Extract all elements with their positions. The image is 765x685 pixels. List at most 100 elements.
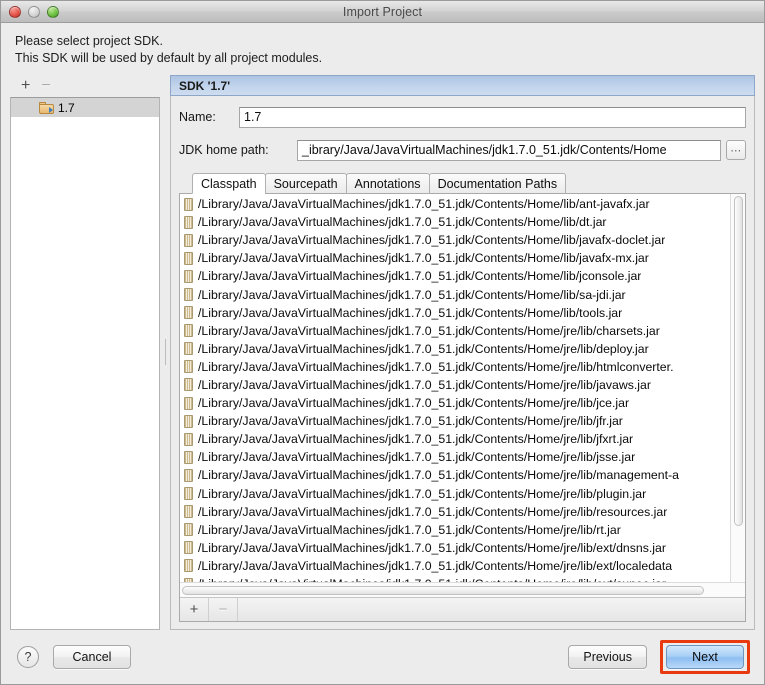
jar-file-icon xyxy=(184,306,193,320)
sdk-list-item-1-7[interactable]: 1.7 xyxy=(11,98,159,117)
jdk-home-path-input[interactable]: _ibrary/Java/JavaVirtualMachines/jdk1.7.… xyxy=(297,139,721,161)
classpath-item-label: /Library/Java/JavaVirtualMachines/jdk1.7… xyxy=(198,287,626,302)
classpath-item[interactable]: /Library/Java/JavaVirtualMachines/jdk1.7… xyxy=(180,195,730,213)
classpath-item[interactable]: /Library/Java/JavaVirtualMachines/jdk1.7… xyxy=(180,340,730,358)
next-button[interactable]: Next xyxy=(666,645,744,669)
pane-splitter[interactable] xyxy=(160,73,170,630)
instruction-line-2: This SDK will be used by default by all … xyxy=(15,51,323,65)
tab-classpath[interactable]: Classpath xyxy=(192,173,266,194)
classpath-item-label: /Library/Java/JavaVirtualMachines/jdk1.7… xyxy=(198,468,679,483)
classpath-item-label: /Library/Java/JavaVirtualMachines/jdk1.7… xyxy=(198,251,649,266)
classpath-item[interactable]: /Library/Java/JavaVirtualMachines/jdk1.7… xyxy=(180,503,730,521)
jar-file-icon xyxy=(184,432,193,446)
add-classpath-button[interactable]: + xyxy=(180,598,209,621)
jar-file-icon xyxy=(184,505,193,519)
classpath-item[interactable]: /Library/Java/JavaVirtualMachines/jdk1.7… xyxy=(180,394,730,412)
classpath-item-label: /Library/Java/JavaVirtualMachines/jdk1.7… xyxy=(198,341,649,356)
classpath-item[interactable]: /Library/Java/JavaVirtualMachines/jdk1.7… xyxy=(180,575,730,582)
classpath-item-label: /Library/Java/JavaVirtualMachines/jdk1.7… xyxy=(198,269,642,284)
browse-button[interactable]: ⋯ xyxy=(726,140,746,160)
classpath-item[interactable]: /Library/Java/JavaVirtualMachines/jdk1.7… xyxy=(180,267,730,285)
jar-file-icon xyxy=(184,414,193,428)
classpath-vertical-scrollbar[interactable] xyxy=(730,194,745,582)
sdk-list-pane: + − 1.7 xyxy=(10,73,160,630)
classpath-item[interactable]: /Library/Java/JavaVirtualMachines/jdk1.7… xyxy=(180,448,730,466)
window-title-bar: Import Project xyxy=(1,1,764,23)
jar-file-icon xyxy=(184,324,193,338)
classpath-item[interactable]: /Library/Java/JavaVirtualMachines/jdk1.7… xyxy=(180,430,730,448)
classpath-item[interactable]: /Library/Java/JavaVirtualMachines/jdk1.7… xyxy=(180,213,730,231)
classpath-item[interactable]: /Library/Java/JavaVirtualMachines/jdk1.7… xyxy=(180,485,730,503)
tab-annotations[interactable]: Annotations xyxy=(345,173,430,194)
classpath-item[interactable]: /Library/Java/JavaVirtualMachines/jdk1.7… xyxy=(180,249,730,267)
classpath-item-label: /Library/Java/JavaVirtualMachines/jdk1.7… xyxy=(198,396,630,411)
dialog-body: + − 1.7 SDK '1.7' Name: 1.7 JDK home pat… xyxy=(1,73,764,630)
classpath-item-label: /Library/Java/JavaVirtualMachines/jdk1.7… xyxy=(198,450,636,465)
jdk-home-path-label: JDK home path: xyxy=(179,143,269,157)
classpath-item[interactable]: /Library/Java/JavaVirtualMachines/jdk1.7… xyxy=(180,412,730,430)
classpath-item[interactable]: /Library/Java/JavaVirtualMachines/jdk1.7… xyxy=(180,539,730,557)
remove-classpath-button[interactable]: − xyxy=(209,598,238,621)
classpath-item-label: /Library/Java/JavaVirtualMachines/jdk1.7… xyxy=(198,432,634,447)
add-sdk-button[interactable]: + xyxy=(21,78,30,94)
zoom-light[interactable] xyxy=(47,5,59,18)
classpath-item[interactable]: /Library/Java/JavaVirtualMachines/jdk1.7… xyxy=(180,231,730,249)
classpath-item[interactable]: /Library/Java/JavaVirtualMachines/jdk1.7… xyxy=(180,304,730,322)
jar-file-icon xyxy=(184,269,193,283)
jar-file-icon xyxy=(184,215,193,229)
classpath-toolbar: + − xyxy=(180,597,745,621)
classpath-item-label: /Library/Java/JavaVirtualMachines/jdk1.7… xyxy=(198,558,673,573)
classpath-item[interactable]: /Library/Java/JavaVirtualMachines/jdk1.7… xyxy=(180,557,730,575)
classpath-item-label: /Library/Java/JavaVirtualMachines/jdk1.7… xyxy=(198,540,666,555)
classpath-list[interactable]: /Library/Java/JavaVirtualMachines/jdk1.7… xyxy=(180,194,730,582)
classpath-item[interactable]: /Library/Java/JavaVirtualMachines/jdk1.7… xyxy=(180,376,730,394)
sdk-detail-header: SDK '1.7' xyxy=(170,75,755,96)
footer-right-buttons: Previous Next xyxy=(568,640,750,674)
sdk-list-item-label: 1.7 xyxy=(58,100,75,115)
cancel-button[interactable]: Cancel xyxy=(53,645,131,669)
classpath-item[interactable]: /Library/Java/JavaVirtualMachines/jdk1.7… xyxy=(180,322,730,340)
traffic-lights xyxy=(9,5,59,18)
jar-file-icon xyxy=(184,288,193,302)
classpath-item-label: /Library/Java/JavaVirtualMachines/jdk1.7… xyxy=(198,522,621,537)
minimize-light[interactable] xyxy=(28,5,40,18)
help-button[interactable]: ? xyxy=(17,646,39,668)
classpath-item[interactable]: /Library/Java/JavaVirtualMachines/jdk1.7… xyxy=(180,358,730,376)
instruction-line-1: Please select project SDK. xyxy=(15,34,163,48)
vertical-scrollbar-thumb[interactable] xyxy=(734,196,743,526)
close-light[interactable] xyxy=(9,5,21,18)
jar-file-icon xyxy=(184,487,193,501)
jar-file-icon xyxy=(184,360,193,374)
classpath-horizontal-scrollbar[interactable] xyxy=(180,582,745,597)
classpath-item-label: /Library/Java/JavaVirtualMachines/jdk1.7… xyxy=(198,233,666,248)
detail-tabs: Classpath Sourcepath Annotations Documen… xyxy=(179,173,746,194)
import-project-dialog: Import Project Please select project SDK… xyxy=(0,0,765,685)
jar-file-icon xyxy=(184,251,193,265)
previous-button[interactable]: Previous xyxy=(568,645,647,669)
sdk-list-toolbar: + − xyxy=(10,75,160,97)
next-button-highlight: Next xyxy=(660,640,750,674)
tab-sourcepath[interactable]: Sourcepath xyxy=(264,173,347,194)
folder-icon xyxy=(39,101,54,114)
name-row: Name: 1.7 xyxy=(179,105,746,129)
horizontal-scrollbar-thumb[interactable] xyxy=(182,585,704,595)
jar-file-icon xyxy=(184,342,193,356)
classpath-item[interactable]: /Library/Java/JavaVirtualMachines/jdk1.7… xyxy=(180,521,730,539)
tab-documentation-paths[interactable]: Documentation Paths xyxy=(428,173,567,194)
classpath-item-label: /Library/Java/JavaVirtualMachines/jdk1.7… xyxy=(198,504,668,519)
classpath-item[interactable]: /Library/Java/JavaVirtualMachines/jdk1.7… xyxy=(180,285,730,303)
classpath-item[interactable]: /Library/Java/JavaVirtualMachines/jdk1.7… xyxy=(180,466,730,484)
classpath-item-label: /Library/Java/JavaVirtualMachines/jdk1.7… xyxy=(198,359,674,374)
jar-file-icon xyxy=(184,378,193,392)
splitter-grip xyxy=(164,338,166,365)
jar-file-icon xyxy=(184,468,193,482)
classpath-panel: /Library/Java/JavaVirtualMachines/jdk1.7… xyxy=(179,193,746,622)
remove-sdk-button[interactable]: − xyxy=(41,78,50,94)
dialog-footer: ? Cancel Previous Next xyxy=(1,630,764,684)
classpath-item-label: /Library/Java/JavaVirtualMachines/jdk1.7… xyxy=(198,215,607,230)
jar-file-icon xyxy=(184,197,193,211)
sdk-list[interactable]: 1.7 xyxy=(10,97,160,630)
jar-file-icon xyxy=(184,559,193,573)
name-input[interactable]: 1.7 xyxy=(239,106,746,128)
classpath-item-label: /Library/Java/JavaVirtualMachines/jdk1.7… xyxy=(198,197,650,212)
